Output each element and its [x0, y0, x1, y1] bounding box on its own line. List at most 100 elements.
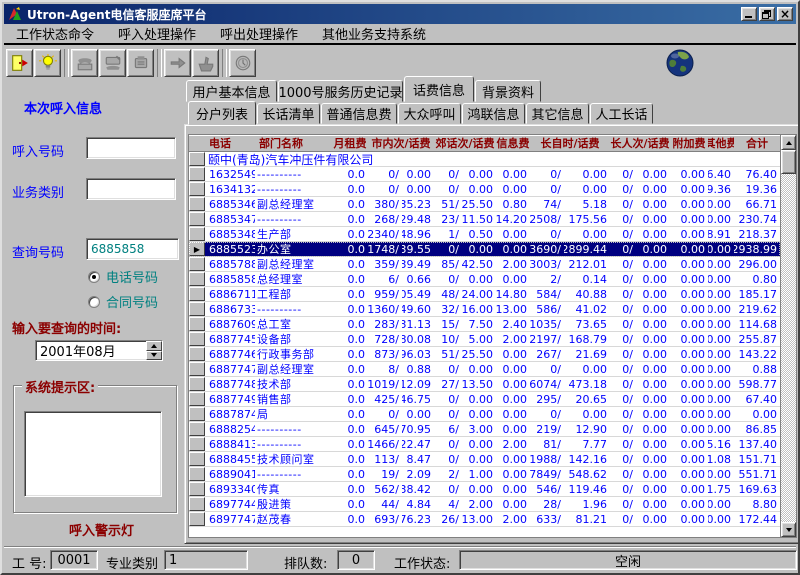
table-row[interactable]: 6887747副总经理室0.08/0.880/0.000.000/0.000/0…	[189, 362, 780, 377]
table-row[interactable]: 6887749销售部0.0425/46.750/0.000.00295/20.6…	[189, 392, 780, 407]
caller-number-input[interactable]	[86, 137, 176, 159]
row-selector[interactable]	[189, 497, 205, 511]
table-row[interactable]: 6887874局0.00/0.000/0.000.000/0.000/0.000…	[189, 407, 780, 422]
table-row[interactable]: 1634132----------0.00/0.000/0.000.000/0.…	[189, 182, 780, 197]
table-row[interactable]: 6893340传真0.0562/38.420/0.000.00546/119.4…	[189, 482, 780, 497]
row-selector[interactable]	[189, 437, 205, 451]
menu-other-services[interactable]: 其他业务支持系统	[310, 23, 438, 44]
column-header[interactable]: 合计	[734, 135, 780, 151]
row-selector[interactable]	[189, 197, 205, 211]
row-selector[interactable]	[189, 257, 205, 271]
table-row[interactable]: 6886733----------0.01360/149.6032/16.001…	[189, 302, 780, 317]
column-header[interactable]: 长自时/话费	[530, 135, 610, 151]
subtab-mass-call[interactable]: 大众呼叫	[398, 103, 461, 124]
column-header[interactable]: 郊话次/话费	[434, 135, 496, 151]
row-selector[interactable]	[189, 167, 205, 181]
menu-work-state[interactable]: 工作状态命令	[4, 23, 106, 44]
table-row[interactable]: 1632549----------0.00/0.000/0.000.000/0.…	[189, 167, 780, 182]
table-row[interactable]: 6897744殷进策0.044/4.844/2.000.0028/1.960/0…	[189, 497, 780, 512]
row-selector[interactable]	[189, 272, 205, 286]
column-header[interactable]: 月租费	[332, 135, 368, 151]
row-selector[interactable]	[189, 287, 205, 301]
scroll-track[interactable]	[781, 174, 796, 522]
tab-user-basic-info[interactable]: 用户基本信息	[186, 80, 277, 102]
pickup-hand-button[interactable]	[192, 49, 219, 77]
row-selector[interactable]	[189, 182, 205, 196]
tab-background-info[interactable]: 背景资料	[475, 80, 541, 102]
menu-inbound-ops[interactable]: 呼入处理操作	[106, 23, 208, 44]
lamp-button[interactable]	[34, 49, 61, 77]
table-row[interactable]: 6887745设备部0.0728/80.0810/5.002.002197/16…	[189, 332, 780, 347]
answer-call-button[interactable]	[71, 49, 98, 77]
end-call-button[interactable]	[99, 49, 126, 77]
table-row[interactable]: 6886711工程部0.0959/105.4948/24.0014.80584/…	[189, 287, 780, 302]
table-row[interactable]: 6885346副总经理室0.0380/35.2351/25.500.8074/5…	[189, 197, 780, 212]
spin-up-button[interactable]	[146, 341, 162, 351]
row-selector[interactable]	[189, 212, 205, 226]
transfer-button[interactable]	[164, 49, 191, 77]
table-row[interactable]: 6885347----------0.0268/29.4823/11.5014.…	[189, 212, 780, 227]
radio-contract-icon[interactable]	[88, 296, 100, 308]
table-row[interactable]: 6887748技术部0.01019/112.0927/13.500.006074…	[189, 377, 780, 392]
table-row[interactable]: 6885858总经理室0.06/0.660/0.000.002/0.140/0.…	[189, 272, 780, 287]
row-selector[interactable]: ▶	[189, 242, 205, 256]
column-header[interactable]	[189, 135, 205, 151]
subtab-account-list[interactable]: 分户列表	[188, 101, 256, 125]
row-selector[interactable]	[189, 482, 205, 496]
service-type-input[interactable]	[86, 178, 176, 200]
table-row[interactable]: 6889041----------0.019/2.092/1.000.00784…	[189, 467, 780, 482]
table-row[interactable]: ▶6885523办公室0.01748/39.550/0.000.003690/2…	[189, 242, 780, 257]
table-row[interactable]: 6885348生产部0.02340/48.961/0.500.000/0.000…	[189, 227, 780, 242]
column-header[interactable]: 长人次/话费	[610, 135, 670, 151]
restore-button[interactable]	[759, 7, 775, 21]
scroll-thumb[interactable]	[781, 150, 796, 174]
radio-phone-icon[interactable]	[88, 271, 100, 283]
column-header[interactable]: 电话	[205, 135, 255, 151]
column-header[interactable]: 附加费	[670, 135, 708, 151]
table-row[interactable]: 6897747赵茂春0.0693/76.2326/13.002.00633/81…	[189, 512, 780, 527]
row-selector[interactable]	[189, 152, 205, 166]
scroll-up-button[interactable]	[781, 135, 796, 150]
row-selector[interactable]	[189, 512, 205, 526]
table-row[interactable]: 6887746行政事务部0.0873/96.0351/25.500.00267/…	[189, 347, 780, 362]
system-prompt-area[interactable]	[24, 411, 162, 497]
scroll-down-button[interactable]	[781, 522, 796, 537]
hold-call-button[interactable]	[127, 49, 154, 77]
row-selector[interactable]	[189, 422, 205, 436]
row-selector[interactable]	[189, 392, 205, 406]
row-selector[interactable]	[189, 452, 205, 466]
subtab-common-info-fee[interactable]: 普通信息费	[321, 103, 397, 124]
subtab-honglian-info[interactable]: 鸿联信息	[462, 103, 525, 124]
column-header[interactable]: 部门名称	[255, 135, 332, 151]
row-selector[interactable]	[189, 332, 205, 346]
tab-fee-info[interactable]: 话费信息	[404, 76, 474, 102]
column-header[interactable]: 信息费	[496, 135, 530, 151]
table-row[interactable]: 6887609总工室0.0283/31.1315/7.502.401035/73…	[189, 317, 780, 332]
row-selector[interactable]	[189, 227, 205, 241]
table-row[interactable]: 6888413----------0.01466/122.470/0.002.0…	[189, 437, 780, 452]
row-selector[interactable]	[189, 302, 205, 316]
column-header[interactable]: 市内次/话费	[368, 135, 434, 151]
minimize-button[interactable]	[741, 7, 757, 21]
close-button[interactable]: ×	[777, 7, 793, 21]
spin-down-button[interactable]	[146, 351, 162, 361]
row-selector[interactable]	[189, 467, 205, 481]
radio-phone-number[interactable]: 电话号码	[88, 267, 158, 286]
subtab-manual-long-distance[interactable]: 人工长话	[590, 103, 653, 124]
table-row[interactable]: 6888254----------0.0645/70.956/3.000.002…	[189, 422, 780, 437]
menu-outbound-ops[interactable]: 呼出处理操作	[208, 23, 310, 44]
company-group-row[interactable]: 颐中(青岛)汽车冲压件有限公司	[189, 152, 780, 167]
subtab-other-info[interactable]: 其它信息	[526, 103, 589, 124]
query-number-input[interactable]	[86, 238, 179, 260]
row-selector[interactable]	[189, 407, 205, 421]
row-selector[interactable]	[189, 317, 205, 331]
row-selector[interactable]	[189, 347, 205, 361]
column-header[interactable]: 其他费	[708, 135, 734, 151]
table-row[interactable]: 6885788副总经理室0.0359/39.4985/42.502.003003…	[189, 257, 780, 272]
row-selector[interactable]	[189, 362, 205, 376]
radio-contract-number[interactable]: 合同号码	[88, 292, 158, 311]
vertical-scrollbar[interactable]	[780, 135, 796, 537]
table-row[interactable]: 6888455技术顾问室0.0113/8.470/0.000.001988/14…	[189, 452, 780, 467]
exit-door-button[interactable]	[6, 49, 33, 77]
subtab-long-distance-list[interactable]: 长话清单	[257, 103, 320, 124]
